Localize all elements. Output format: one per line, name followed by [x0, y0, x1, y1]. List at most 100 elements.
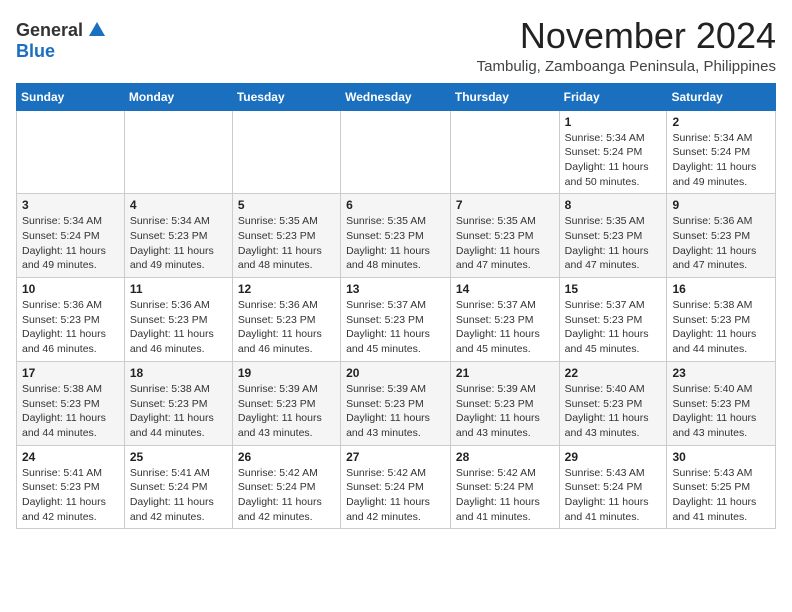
table-cell: 26Sunrise: 5:42 AM Sunset: 5:24 PM Dayli… — [232, 445, 340, 529]
day-info: Sunrise: 5:40 AM Sunset: 5:23 PM Dayligh… — [565, 382, 662, 441]
table-cell: 11 Sunrise: 5:36 AM Sunset: 5:23 PM Dayli… — [124, 278, 232, 362]
table-cell: 24Sunrise: 5:41 AM Sunset: 5:23 PM Dayli… — [17, 445, 125, 529]
table-cell — [232, 110, 340, 194]
table-cell: 27 Sunrise: 5:42 AM Sunset: 5:24 PM Dayli… — [341, 445, 451, 529]
table-cell: 25 Sunrise: 5:41 AM Sunset: 5:24 PM Dayli… — [124, 445, 232, 529]
table-cell — [17, 110, 125, 194]
table-cell: 17 Sunrise: 5:38 AM Sunset: 5:23 PM Dayli… — [17, 361, 125, 445]
week-row-4: 17 Sunrise: 5:38 AM Sunset: 5:23 PM Dayli… — [17, 361, 776, 445]
header-thursday: Thursday — [450, 83, 559, 110]
day-number: 4 — [130, 198, 227, 212]
day-info: Sunrise: 5:36 AM Sunset: 5:23 PM Dayligh… — [130, 298, 227, 357]
day-number: 22 — [565, 366, 662, 380]
day-number: 19 — [238, 366, 335, 380]
month-title: November 2024 — [477, 16, 776, 56]
day-info: Sunrise: 5:38 AM Sunset: 5:23 PM Dayligh… — [130, 382, 227, 441]
day-number: 25 — [130, 450, 227, 464]
day-number: 27 — [346, 450, 445, 464]
table-cell: 6 Sunrise: 5:35 AM Sunset: 5:23 PM Daylig… — [341, 194, 451, 278]
day-number: 7 — [456, 198, 554, 212]
table-cell: 5Sunrise: 5:35 AM Sunset: 5:23 PM Daylig… — [232, 194, 340, 278]
logo-general: General — [16, 20, 83, 41]
table-cell: 16 Sunrise: 5:38 AM Sunset: 5:23 PM Dayli… — [667, 278, 776, 362]
week-row-3: 10Sunrise: 5:36 AM Sunset: 5:23 PM Dayli… — [17, 278, 776, 362]
day-number: 6 — [346, 198, 445, 212]
day-info: Sunrise: 5:36 AM Sunset: 5:23 PM Dayligh… — [672, 214, 770, 273]
table-cell: 29 Sunrise: 5:43 AM Sunset: 5:24 PM Dayli… — [559, 445, 667, 529]
day-info: Sunrise: 5:42 AM Sunset: 5:24 PM Dayligh… — [456, 466, 554, 525]
table-cell: 13 Sunrise: 5:37 AM Sunset: 5:23 PM Dayli… — [341, 278, 451, 362]
day-info: Sunrise: 5:41 AM Sunset: 5:23 PM Dayligh… — [22, 466, 119, 525]
day-number: 21 — [456, 366, 554, 380]
day-info: Sunrise: 5:35 AM Sunset: 5:23 PM Dayligh… — [565, 214, 662, 273]
table-cell: 22 Sunrise: 5:40 AM Sunset: 5:23 PM Dayli… — [559, 361, 667, 445]
day-info: Sunrise: 5:41 AM Sunset: 5:24 PM Dayligh… — [130, 466, 227, 525]
table-cell: 8 Sunrise: 5:35 AM Sunset: 5:23 PM Daylig… — [559, 194, 667, 278]
day-info: Sunrise: 5:34 AM Sunset: 5:23 PM Dayligh… — [130, 214, 227, 273]
table-cell: 20Sunrise: 5:39 AM Sunset: 5:23 PM Dayli… — [341, 361, 451, 445]
table-cell: 10Sunrise: 5:36 AM Sunset: 5:23 PM Dayli… — [17, 278, 125, 362]
day-info: Sunrise: 5:34 AM Sunset: 5:24 PM Dayligh… — [672, 131, 770, 190]
day-number: 9 — [672, 198, 770, 212]
header-monday: Monday — [124, 83, 232, 110]
week-row-2: 3 Sunrise: 5:34 AM Sunset: 5:24 PM Daylig… — [17, 194, 776, 278]
day-number: 17 — [22, 366, 119, 380]
table-cell: 2 Sunrise: 5:34 AM Sunset: 5:24 PM Daylig… — [667, 110, 776, 194]
day-number: 23 — [672, 366, 770, 380]
day-info: Sunrise: 5:35 AM Sunset: 5:23 PM Dayligh… — [346, 214, 445, 273]
day-info: Sunrise: 5:36 AM Sunset: 5:23 PM Dayligh… — [238, 298, 335, 357]
day-info: Sunrise: 5:38 AM Sunset: 5:23 PM Dayligh… — [672, 298, 770, 357]
page-header: General Blue November 2024 Tambulig, Zam… — [16, 16, 776, 75]
table-cell: 18 Sunrise: 5:38 AM Sunset: 5:23 PM Dayli… — [124, 361, 232, 445]
table-cell: 3 Sunrise: 5:34 AM Sunset: 5:24 PM Daylig… — [17, 194, 125, 278]
table-cell: 14Sunrise: 5:37 AM Sunset: 5:23 PM Dayli… — [450, 278, 559, 362]
day-number: 13 — [346, 282, 445, 296]
weekday-header-row: SundayMondayTuesdayWednesdayThursdayFrid… — [17, 83, 776, 110]
day-number: 2 — [672, 115, 770, 129]
calendar-table: SundayMondayTuesdayWednesdayThursdayFrid… — [16, 83, 776, 530]
table-cell — [341, 110, 451, 194]
day-number: 29 — [565, 450, 662, 464]
day-info: Sunrise: 5:43 AM Sunset: 5:24 PM Dayligh… — [565, 466, 662, 525]
day-info: Sunrise: 5:35 AM Sunset: 5:23 PM Dayligh… — [456, 214, 554, 273]
table-cell: 23 Sunrise: 5:40 AM Sunset: 5:23 PM Dayli… — [667, 361, 776, 445]
table-cell: 15 Sunrise: 5:37 AM Sunset: 5:23 PM Dayli… — [559, 278, 667, 362]
table-cell: 19 Sunrise: 5:39 AM Sunset: 5:23 PM Dayli… — [232, 361, 340, 445]
day-number: 30 — [672, 450, 770, 464]
day-number: 18 — [130, 366, 227, 380]
day-number: 12 — [238, 282, 335, 296]
table-cell: 28 Sunrise: 5:42 AM Sunset: 5:24 PM Dayli… — [450, 445, 559, 529]
table-cell: 4 Sunrise: 5:34 AM Sunset: 5:23 PM Daylig… — [124, 194, 232, 278]
day-info: Sunrise: 5:40 AM Sunset: 5:23 PM Dayligh… — [672, 382, 770, 441]
title-block: November 2024 Tambulig, Zamboanga Penins… — [477, 16, 776, 75]
header-wednesday: Wednesday — [341, 83, 451, 110]
day-info: Sunrise: 5:39 AM Sunset: 5:23 PM Dayligh… — [346, 382, 445, 441]
table-cell — [124, 110, 232, 194]
day-number: 3 — [22, 198, 119, 212]
table-cell: 1Sunrise: 5:34 AM Sunset: 5:24 PM Daylig… — [559, 110, 667, 194]
day-info: Sunrise: 5:39 AM Sunset: 5:23 PM Dayligh… — [238, 382, 335, 441]
day-info: Sunrise: 5:35 AM Sunset: 5:23 PM Dayligh… — [238, 214, 335, 273]
table-cell: 9 Sunrise: 5:36 AM Sunset: 5:23 PM Daylig… — [667, 194, 776, 278]
header-tuesday: Tuesday — [232, 83, 340, 110]
day-number: 14 — [456, 282, 554, 296]
day-number: 15 — [565, 282, 662, 296]
header-saturday: Saturday — [667, 83, 776, 110]
logo-blue: Blue — [16, 41, 55, 61]
day-info: Sunrise: 5:38 AM Sunset: 5:23 PM Dayligh… — [22, 382, 119, 441]
header-sunday: Sunday — [17, 83, 125, 110]
day-number: 11 — [130, 282, 227, 296]
logo-icon — [87, 18, 107, 38]
day-number: 16 — [672, 282, 770, 296]
day-info: Sunrise: 5:34 AM Sunset: 5:24 PM Dayligh… — [22, 214, 119, 273]
day-info: Sunrise: 5:43 AM Sunset: 5:25 PM Dayligh… — [672, 466, 770, 525]
day-info: Sunrise: 5:42 AM Sunset: 5:24 PM Dayligh… — [346, 466, 445, 525]
week-row-1: 1Sunrise: 5:34 AM Sunset: 5:24 PM Daylig… — [17, 110, 776, 194]
day-info: Sunrise: 5:39 AM Sunset: 5:23 PM Dayligh… — [456, 382, 554, 441]
day-number: 8 — [565, 198, 662, 212]
table-cell: 7 Sunrise: 5:35 AM Sunset: 5:23 PM Daylig… — [450, 194, 559, 278]
day-info: Sunrise: 5:37 AM Sunset: 5:23 PM Dayligh… — [565, 298, 662, 357]
logo: General Blue — [16, 20, 107, 62]
day-info: Sunrise: 5:37 AM Sunset: 5:23 PM Dayligh… — [346, 298, 445, 357]
day-number: 28 — [456, 450, 554, 464]
